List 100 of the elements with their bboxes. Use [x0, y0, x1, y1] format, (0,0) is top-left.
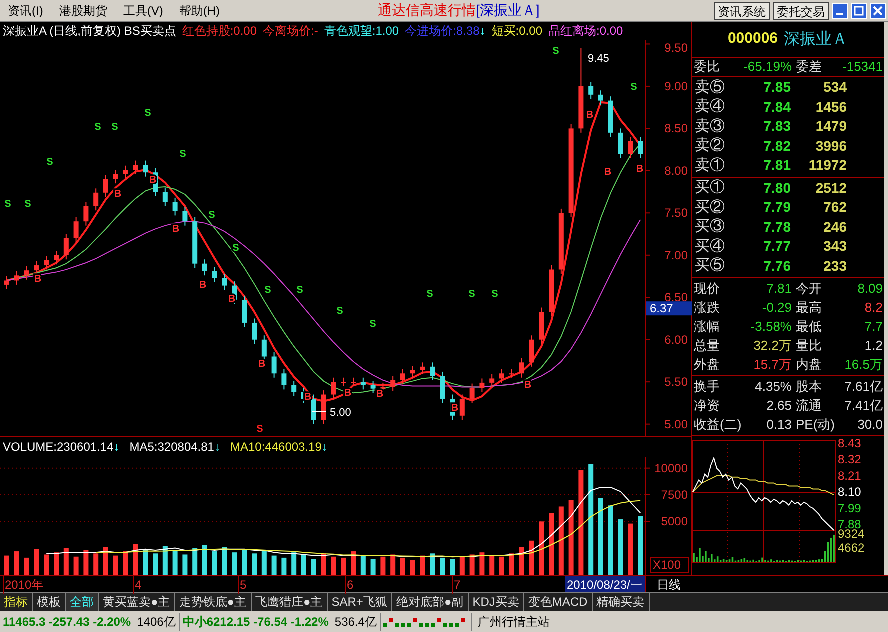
bar [480, 552, 485, 575]
sell-signal-mark: S [370, 319, 376, 330]
bar [539, 522, 544, 575]
bar [400, 558, 406, 575]
bar [24, 558, 30, 575]
buy-signal-mark: B [376, 389, 384, 400]
indicator-label: MA10:446003.19 [230, 439, 322, 456]
sell-signal-mark: S [492, 289, 498, 300]
toolbar-button[interactable]: 资讯系统 [714, 2, 770, 20]
volume-axis-label: 10000 [654, 461, 688, 476]
candlestick [113, 170, 118, 184]
bar [370, 559, 376, 575]
bar [272, 556, 277, 575]
bar [410, 560, 416, 575]
toolbar-button[interactable]: 委托交易 [773, 2, 829, 20]
candlestick [519, 358, 524, 378]
candlestick [222, 273, 228, 291]
close-icon[interactable] [870, 2, 886, 18]
field-label: PE(动) [796, 416, 835, 434]
field-value: 30.0 [856, 416, 883, 434]
indicator-label: 今离场价:- [263, 23, 318, 40]
bar [34, 549, 40, 575]
bar [558, 506, 564, 575]
bar [252, 554, 257, 575]
order-level-label: 卖③ [695, 116, 726, 136]
bar [74, 556, 79, 575]
field-label: 外盘 [694, 356, 720, 374]
candlestick [470, 383, 475, 404]
price-axis-label: 6.00 [664, 332, 688, 347]
bar [202, 545, 208, 575]
sell-signal-mark: S [296, 285, 304, 296]
menu-item[interactable]: 工具(V) [115, 2, 172, 20]
field-value: 16.5万 [844, 356, 883, 374]
field-value: 7.41亿 [844, 396, 883, 415]
intraday-price-label: 7.99 [838, 501, 862, 516]
order-level-label: 买③ [695, 217, 726, 237]
order-level-label: 卖④ [695, 97, 726, 117]
sell-signal-mark: S [112, 122, 118, 133]
candlestick [598, 90, 604, 106]
field-value: -65.19% [742, 58, 792, 76]
candlestick [143, 160, 148, 178]
field-value: 7.61亿 [844, 378, 883, 396]
arrow-mark: ↓ [114, 439, 120, 456]
field-label: 涨跌 [694, 298, 720, 317]
bar [143, 549, 148, 575]
candlestick [400, 368, 406, 386]
field-label: 总量 [694, 336, 720, 355]
price-axis-label: 5.00 [664, 417, 688, 432]
bar [360, 556, 366, 575]
sell-signal-mark: S [630, 82, 638, 93]
order-level-label: 卖① [695, 156, 726, 176]
menu-item[interactable]: 帮助(H) [171, 2, 228, 20]
menu-item[interactable]: 资讯(I) [0, 2, 52, 20]
order-level-label: 买② [695, 198, 726, 218]
buy-signal-mark: B [114, 189, 122, 200]
field-label: 委比 [694, 58, 720, 76]
turnover-amount: 536.4亿 [332, 612, 381, 630]
bar [212, 552, 218, 575]
candlestick [182, 206, 188, 226]
indicator-label: 青色观望:1.00 [324, 23, 400, 40]
menu-item[interactable]: 港股期货 [51, 2, 116, 20]
candlestick [104, 174, 108, 198]
candlestick [133, 160, 138, 175]
candlestick [331, 377, 336, 400]
peak-price-label: 9.45 [588, 53, 610, 65]
bar [302, 554, 306, 575]
maximize-icon[interactable] [851, 2, 867, 18]
stock-title: [深振业Ａ] [476, 1, 540, 20]
candlestick [242, 295, 248, 328]
volume-axis-label: 5000 [661, 514, 688, 529]
candlestick [500, 368, 504, 384]
indicator-tab[interactable]: 全部 [66, 593, 99, 611]
buy-signal-mark: B [604, 167, 612, 178]
bar [608, 506, 614, 575]
indicator-label: 短买:0.00 [492, 23, 542, 40]
arrow-mark: ↓ [214, 439, 220, 456]
candlestick [370, 380, 376, 394]
indicator-label: 品红离场:0.00 [548, 23, 624, 40]
bar [341, 558, 346, 575]
bar [490, 556, 495, 575]
candlestick [44, 256, 50, 270]
bar [172, 550, 178, 575]
field-value: -0.29 [761, 298, 792, 317]
volume-axis-label: 7500 [661, 488, 688, 502]
sell-signal-mark: S [4, 199, 12, 210]
bar [519, 547, 524, 575]
candlestick [172, 197, 178, 216]
bar [549, 513, 554, 575]
cursor-date-label: 2010/08/23/一 [565, 576, 645, 592]
order-price: 7.80 [762, 178, 791, 198]
candlestick [24, 266, 30, 280]
bar [638, 516, 644, 575]
index-quote: 11465.3 -257.43 -2.20% [2, 614, 132, 630]
field-value: -15341 [842, 58, 883, 76]
minimize-icon[interactable] [832, 2, 848, 18]
order-price: 7.79 [762, 198, 791, 218]
field-label: 涨幅 [694, 318, 720, 336]
field-value: 0.13 [766, 416, 792, 434]
candlestick [460, 394, 465, 421]
order-volume: 534 [822, 78, 847, 98]
